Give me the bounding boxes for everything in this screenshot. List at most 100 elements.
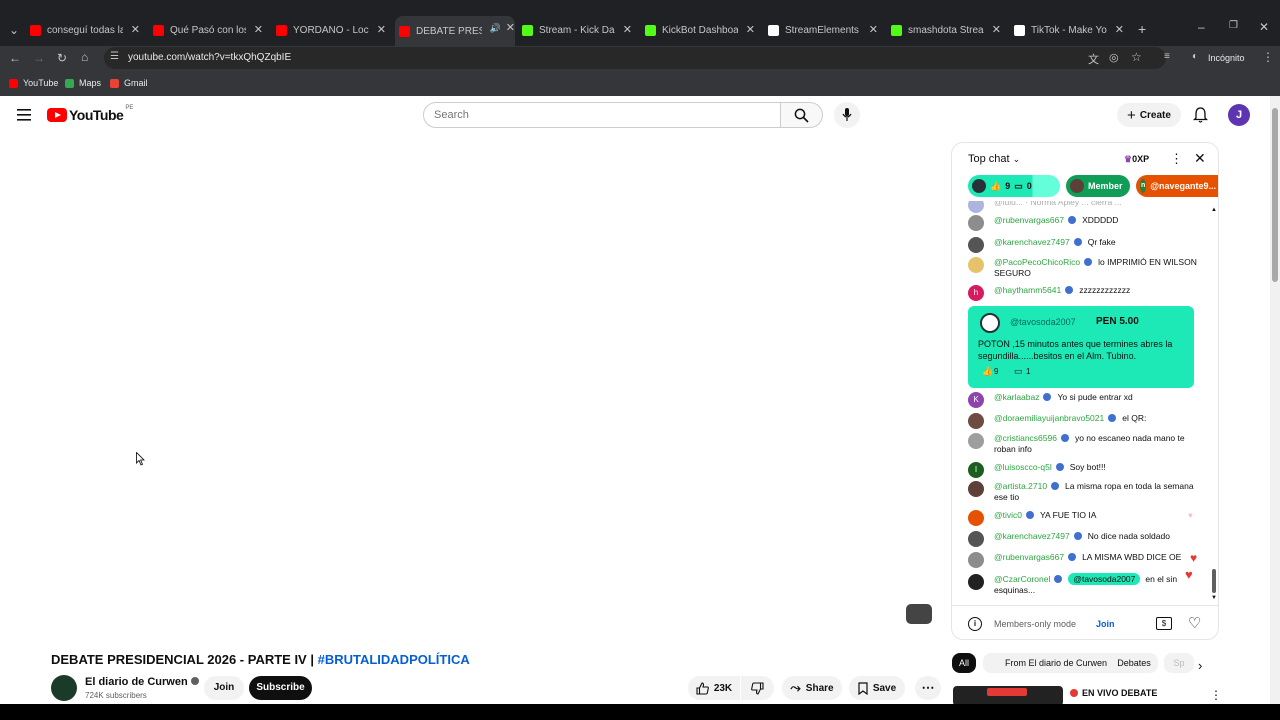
superchat-message[interactable]: @tavosoda2007 PEN 5.00 POTON ,15 minutos… xyxy=(968,306,1194,388)
chat-mode-dropdown[interactable]: Top chat ⌄ xyxy=(968,153,1020,165)
channel-name[interactable]: El diario de Curwen xyxy=(85,676,199,688)
close-chat-icon[interactable]: ✕ xyxy=(1194,150,1206,167)
video-hashtag[interactable]: #BRUTALIDADPOLÍTICA xyxy=(318,652,470,667)
share-button[interactable]: ⤳ Share xyxy=(782,676,842,700)
bookmark-item[interactable]: Maps xyxy=(65,78,101,88)
save-button[interactable]: Save xyxy=(849,676,905,700)
like-button[interactable]: 23K xyxy=(688,676,740,700)
message-avatar[interactable] xyxy=(968,481,984,497)
message-avatar[interactable]: K xyxy=(968,392,984,408)
message-author[interactable]: @luisoscco-q5l xyxy=(994,462,1052,472)
xp-indicator[interactable]: ♛0XP xyxy=(1124,154,1149,165)
more-actions-button[interactable]: ⋯ xyxy=(915,676,941,700)
message-avatar[interactable] xyxy=(968,433,984,449)
bookmark-star-icon[interactable]: ☆ xyxy=(1131,50,1142,64)
user-chip[interactable]: n @navegante9... xyxy=(1136,175,1218,197)
forward-icon[interactable]: → xyxy=(33,51,45,65)
message-author[interactable]: @CzarCoronel xyxy=(994,574,1050,584)
scroll-up-icon[interactable]: ▲ xyxy=(1211,207,1217,213)
hamburger-menu-icon[interactable] xyxy=(17,109,31,121)
message-avatar[interactable] xyxy=(968,215,984,231)
reload-icon[interactable]: ↻ xyxy=(57,51,67,65)
super-chat-icon[interactable]: $ xyxy=(1156,617,1172,630)
chat-join-button[interactable]: Join xyxy=(1096,619,1115,629)
message-avatar[interactable]: h xyxy=(968,285,984,301)
search-input[interactable] xyxy=(423,102,781,128)
browser-tab[interactable]: smashdota Stream - ✕ xyxy=(891,18,1001,42)
superchat-like-icon[interactable]: 👍 xyxy=(982,366,993,377)
message-author[interactable]: @rubenvargas667 xyxy=(994,552,1064,562)
create-button[interactable]: + Create xyxy=(1117,103,1181,127)
scroll-down-icon[interactable]: ▼ xyxy=(1211,595,1217,601)
tab-close-icon[interactable]: ✕ xyxy=(1115,23,1124,36)
message-author[interactable]: @karenchavez7497 xyxy=(994,531,1070,541)
related-filter-chip[interactable]: Sp xyxy=(1164,653,1194,673)
related-video-thumbnail[interactable] xyxy=(953,686,1063,706)
translate-icon[interactable]: 文 xyxy=(1088,51,1099,67)
minimize-icon[interactable]: – xyxy=(1198,20,1205,34)
bookmark-item[interactable]: Gmail xyxy=(110,78,148,88)
related-video-title[interactable]: EN VIVO DEBATE xyxy=(1070,688,1157,698)
message-avatar[interactable] xyxy=(968,574,984,590)
tab-close-icon[interactable]: ✕ xyxy=(746,23,755,36)
chat-scrollbar-thumb[interactable] xyxy=(1212,569,1216,593)
eye-off-icon[interactable]: ◎ xyxy=(1109,51,1119,64)
restore-icon[interactable]: ❐ xyxy=(1229,20,1238,31)
tab-close-icon[interactable]: ✕ xyxy=(254,23,263,36)
message-avatar[interactable] xyxy=(968,531,984,547)
tab-close-icon[interactable]: ✕ xyxy=(506,21,515,34)
url-text[interactable]: youtube.com/watch?v=tkxQhQZqbIE xyxy=(128,52,291,63)
tab-search-icon[interactable]: ⌄ xyxy=(9,23,19,37)
message-avatar[interactable] xyxy=(968,257,984,273)
message-author[interactable]: @PacoPecoChicoRico xyxy=(994,257,1080,267)
member-chip[interactable]: Member xyxy=(1066,175,1130,197)
browser-tab[interactable]: StreamElements - em ✕ xyxy=(768,18,878,42)
related-filter-chip[interactable]: Debates xyxy=(1110,653,1158,673)
message-avatar[interactable] xyxy=(968,510,984,526)
search-button[interactable] xyxy=(781,102,823,128)
pinned-chip-superchat[interactable]: 👍 9 ▭ 0 xyxy=(968,175,1060,197)
browser-tab[interactable]: YORDANO - Locos de ✕ xyxy=(276,18,386,42)
browser-tab[interactable]: TikTok - Make Your D ✕ xyxy=(1014,18,1124,42)
page-scrollbar[interactable] xyxy=(1270,96,1280,704)
tab-close-icon[interactable]: ✕ xyxy=(869,23,878,36)
youtube-logo[interactable]: YouTube PE xyxy=(47,105,133,123)
message-avatar[interactable] xyxy=(968,413,984,429)
related-filter-chip[interactable]: From El diario de Curwen xyxy=(983,653,1129,673)
message-author[interactable]: @karlaabaz xyxy=(994,392,1039,402)
tab-close-icon[interactable]: ✕ xyxy=(377,23,386,36)
tab-close-icon[interactable]: ✕ xyxy=(131,23,140,36)
dislike-button[interactable] xyxy=(741,676,774,700)
chrome-menu-icon[interactable]: ⋮ xyxy=(1262,50,1274,64)
browser-tab[interactable]: DEBATE PRESIDEN ✕ 🔊 xyxy=(395,16,515,46)
channel-watermark-icon[interactable] xyxy=(906,604,932,624)
back-icon[interactable]: ← xyxy=(9,51,21,65)
close-window-icon[interactable]: ✕ xyxy=(1259,20,1269,34)
join-button[interactable]: Join xyxy=(204,676,244,700)
browser-tab[interactable]: conseguí todas las m ✕ xyxy=(30,18,140,42)
related-filter-chip[interactable]: All xyxy=(952,653,976,673)
subscribe-button[interactable]: Subscribe xyxy=(249,676,312,700)
message-author[interactable]: @doraemiliayuijanbravo5021 xyxy=(994,413,1104,423)
message-avatar[interactable]: l xyxy=(968,462,984,478)
voice-search-button[interactable] xyxy=(834,102,860,128)
message-avatar[interactable] xyxy=(968,237,984,253)
tab-audio-icon[interactable]: 🔊 xyxy=(490,23,501,34)
profile-label[interactable]: Incógnito xyxy=(1208,53,1245,63)
message-author[interactable]: @tivic0 xyxy=(994,510,1022,520)
video-player[interactable] xyxy=(24,140,940,630)
browser-tab[interactable]: KickBot Dashboard ✕ xyxy=(645,18,755,42)
related-more-icon[interactable]: ⋮ xyxy=(1210,688,1222,702)
message-author[interactable]: @karenchavez7497 xyxy=(994,237,1070,247)
heart-icon[interactable]: ♡ xyxy=(1188,614,1201,632)
tab-close-icon[interactable]: ✕ xyxy=(623,23,632,36)
channel-avatar[interactable] xyxy=(51,675,77,701)
superchat-user[interactable]: @tavosoda2007 xyxy=(1010,317,1076,327)
browser-tab[interactable]: Qué Pasó con los PR ✕ xyxy=(153,18,263,42)
message-author[interactable]: @artista.2710 xyxy=(994,481,1047,491)
chevron-right-icon[interactable]: › xyxy=(1198,658,1202,673)
chat-more-icon[interactable]: ⋮ xyxy=(1170,151,1183,167)
message-author[interactable]: @rubenvargas667 xyxy=(994,215,1064,225)
superchat-reply-icon[interactable]: ▭ xyxy=(1014,366,1023,377)
tab-close-icon[interactable]: ✕ xyxy=(992,23,1001,36)
